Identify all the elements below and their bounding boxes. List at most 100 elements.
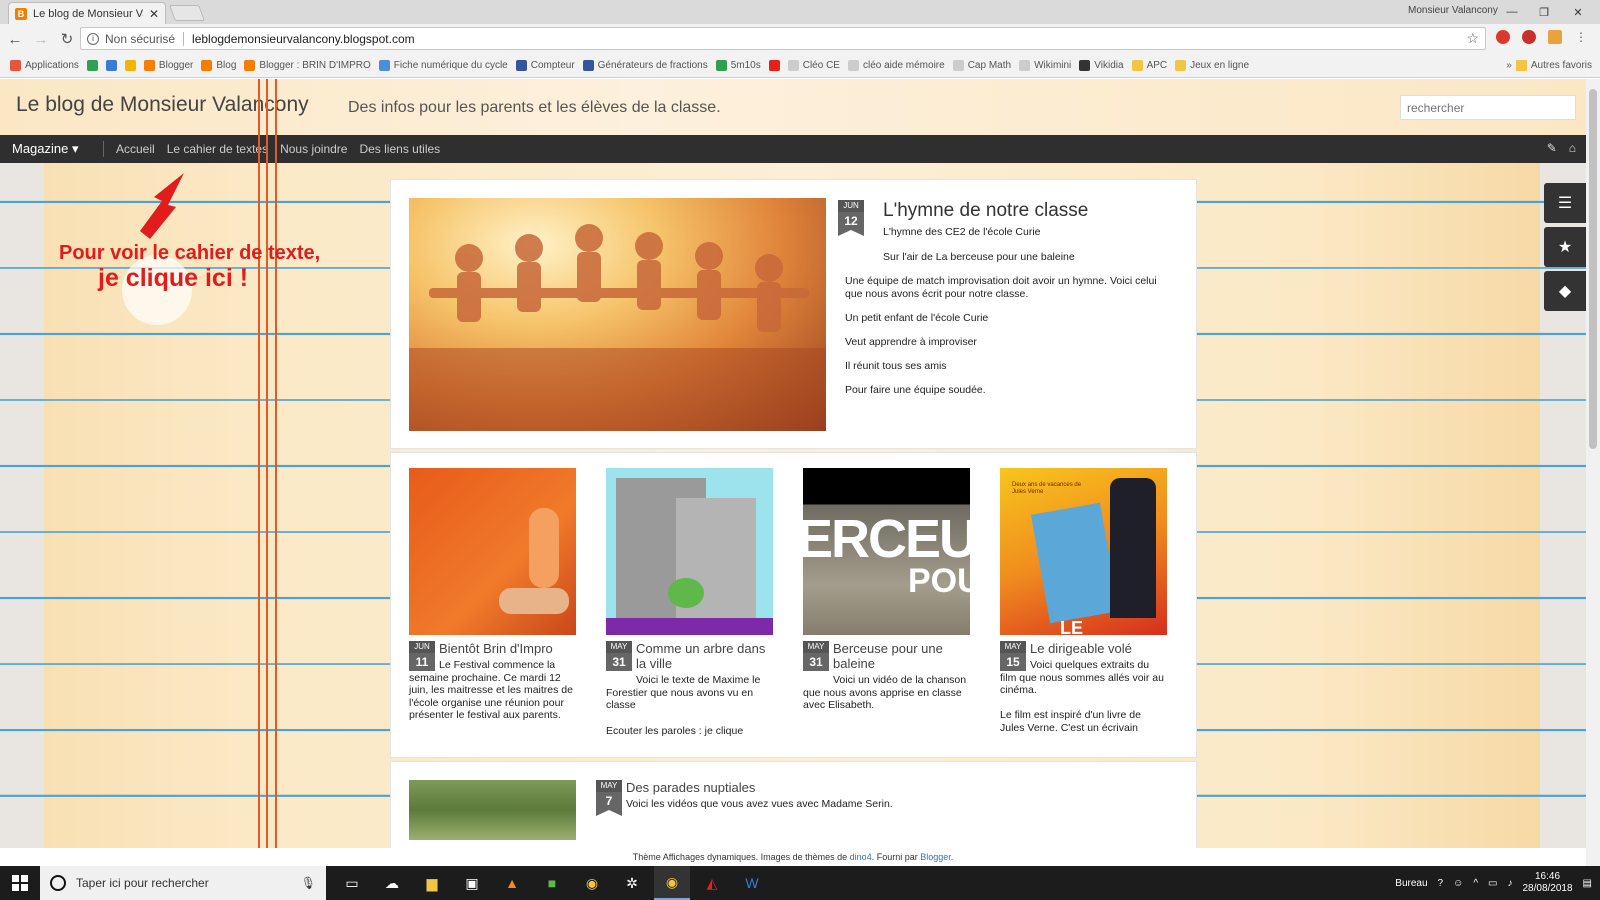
- bookmark-blog[interactable]: Blog: [201, 60, 236, 71]
- bookmark-blogger[interactable]: Blogger: [143, 60, 193, 71]
- paint-icon[interactable]: ■: [534, 866, 570, 900]
- microphone-icon[interactable]: 🎙: [301, 876, 316, 890]
- task-view-icon[interactable]: ▭: [334, 866, 370, 900]
- bookmark-capmath[interactable]: Cap Math: [952, 60, 1011, 71]
- nav-liens-utiles[interactable]: Des liens utiles: [359, 142, 440, 156]
- bookmark-vikidia[interactable]: Vikidia: [1079, 60, 1124, 71]
- bookmark-star-icon[interactable]: ☆: [1466, 30, 1479, 47]
- post-title[interactable]: Berceuse pour une baleine: [833, 641, 970, 671]
- menu-dots-icon[interactable]: ⋮: [1574, 30, 1588, 44]
- desktop-label[interactable]: Bureau: [1395, 878, 1427, 889]
- store-icon[interactable]: ▣: [454, 866, 490, 900]
- network-icon[interactable]: ▭: [1488, 878, 1497, 889]
- hero-image-paper-people[interactable]: [409, 198, 826, 431]
- featured-post-title[interactable]: L'hymne de notre classe: [883, 200, 1088, 222]
- clock[interactable]: 16:46 28/08/2018: [1522, 871, 1572, 895]
- new-tab-button[interactable]: [169, 5, 205, 21]
- windows-start-icon[interactable]: [0, 866, 40, 900]
- chrome-icon[interactable]: ◉: [574, 866, 610, 900]
- file-explorer-icon[interactable]: ▆: [414, 866, 450, 900]
- bookmark-icon-2[interactable]: [105, 60, 117, 71]
- info-icon[interactable]: i: [87, 32, 99, 45]
- thumb-berceuse[interactable]: ERCEU POU: [803, 468, 970, 635]
- taskbar-search[interactable]: Taper ici pour rechercher 🎙: [40, 866, 326, 900]
- acrobat-icon[interactable]: ◭: [694, 866, 730, 900]
- bookmark-blogger-impro[interactable]: Blogger : BRIN D'IMPRO: [244, 60, 371, 71]
- bookmark-applications[interactable]: Applications: [10, 60, 79, 71]
- word-icon[interactable]: W: [734, 866, 770, 900]
- help-icon[interactable]: ?: [1438, 878, 1444, 889]
- vlc-icon[interactable]: ▲: [494, 866, 530, 900]
- view-menu-dropdown[interactable]: Magazine ▾: [0, 141, 104, 157]
- back-icon[interactable]: ←: [4, 31, 26, 48]
- profile-name[interactable]: Monsieur Valancony: [1408, 5, 1498, 16]
- bookmarks-more[interactable]: » Autres favoris: [1506, 60, 1592, 71]
- extension-block-icon[interactable]: [1522, 30, 1536, 44]
- blog-navbar: Magazine ▾ Accueil Le cahier de textes N…: [0, 135, 1586, 163]
- dino4-link[interactable]: dino4: [850, 852, 872, 862]
- extension-opera-icon[interactable]: [1496, 30, 1510, 44]
- annotation-line-1: Pour voir le cahier de texte,: [59, 242, 321, 264]
- bookmark-youtube[interactable]: [768, 60, 780, 71]
- home-icon[interactable]: ⌂: [1569, 141, 1576, 155]
- people-icon[interactable]: ☺: [1453, 878, 1463, 889]
- folder-icon: [1175, 60, 1187, 71]
- nav-cahier-de-textes[interactable]: Le cahier de textes: [167, 142, 268, 156]
- bookmark-jeux[interactable]: Jeux en ligne: [1175, 60, 1249, 71]
- thumb-dirigeable[interactable]: Deux ans de vacances de Jules Verne LE: [1000, 468, 1167, 635]
- bookmarks-bar: Applications Blogger Blog Blogger : BRIN…: [0, 54, 1600, 78]
- scrollbar-thumb[interactable]: [1589, 89, 1597, 449]
- bookmark-compteur[interactable]: Compteur: [515, 60, 575, 71]
- restore-icon[interactable]: ❐: [1530, 2, 1558, 22]
- minimize-icon[interactable]: —: [1498, 2, 1526, 22]
- bookmark-wikimini[interactable]: Wikimini: [1019, 60, 1071, 71]
- paper-chain-people-image: [409, 224, 826, 431]
- tab-close-icon[interactable]: ✕: [149, 7, 159, 21]
- network-app-icon[interactable]: ✲: [614, 866, 650, 900]
- notifications-icon[interactable]: ▤: [1583, 878, 1592, 889]
- thumb-brin-impro[interactable]: [409, 468, 576, 635]
- tray-expand-icon[interactable]: ^: [1473, 878, 1478, 889]
- blogger-link[interactable]: Blogger: [920, 852, 951, 862]
- bookmark-icon-3[interactable]: [124, 60, 136, 71]
- featured-post-card[interactable]: JUN 12 L'hymne de notre classe L'hymne d…: [390, 179, 1197, 449]
- post-title[interactable]: Le dirigeable volé: [1030, 641, 1167, 656]
- tag-icon[interactable]: ◆: [1544, 271, 1586, 311]
- bookmark-5m10s[interactable]: 5m10s: [715, 60, 761, 71]
- bottom-post-card[interactable]: MAY 7 Des parades nuptiales Voici les vi…: [390, 761, 1197, 848]
- close-window-icon[interactable]: ✕: [1564, 2, 1592, 22]
- search-input[interactable]: [1400, 95, 1576, 120]
- post-link[interactable]: Ecouter les paroles : je clique: [606, 725, 773, 738]
- reload-icon[interactable]: ↻: [56, 30, 78, 48]
- browser-tab[interactable]: B Le blog de Monsieur Vala ✕: [8, 2, 166, 24]
- nav-accueil[interactable]: Accueil: [116, 142, 155, 156]
- blog-page: Le blog de Monsieur Valancony Des infos …: [0, 79, 1586, 848]
- post-title[interactable]: Bientôt Brin d'Impro: [439, 641, 576, 656]
- bookmark-fiche[interactable]: Fiche numérique du cycle: [378, 60, 508, 71]
- chrome-active-icon[interactable]: ◉: [654, 866, 690, 900]
- post-paragraph: Veut apprendre à improviser: [845, 336, 977, 348]
- star-document-icon[interactable]: ★: [1544, 227, 1586, 267]
- blog-title[interactable]: Le blog de Monsieur Valancony: [16, 93, 309, 117]
- post-title[interactable]: Des parades nuptiales: [626, 780, 1026, 795]
- address-bar[interactable]: i Non sécurisé leblogdemonsieurvalancony…: [80, 27, 1486, 50]
- url-text[interactable]: leblogdemonsieurvalancony.blogspot.com: [192, 32, 415, 46]
- thumb-arbre-ville[interactable]: [606, 468, 773, 635]
- extension-color-icon[interactable]: [1548, 30, 1562, 44]
- list-view-icon[interactable]: ☰: [1544, 183, 1586, 223]
- pencil-icon[interactable]: ✎: [1547, 141, 1557, 155]
- volume-icon[interactable]: ♪: [1507, 878, 1512, 889]
- bookmark-apc[interactable]: APC: [1131, 60, 1167, 71]
- bookmark-icon-1[interactable]: [86, 60, 98, 71]
- bookmark-cleo-aide[interactable]: cléo aide mémoire: [847, 60, 945, 71]
- post-title[interactable]: Comme un arbre dans la ville: [636, 641, 773, 671]
- thumb-parades[interactable]: [409, 780, 576, 840]
- bookmark-fractions[interactable]: Générateurs de fractions: [582, 60, 708, 71]
- app-weather-icon[interactable]: ☁: [374, 866, 410, 900]
- page-scrollbar[interactable]: [1586, 79, 1600, 866]
- drive-icon: [124, 60, 136, 71]
- nav-nous-joindre[interactable]: Nous joindre: [280, 142, 347, 156]
- tree-shape: [668, 578, 704, 608]
- bookmark-cleo[interactable]: Cléo CE: [787, 60, 840, 71]
- forward-icon[interactable]: →: [30, 31, 52, 48]
